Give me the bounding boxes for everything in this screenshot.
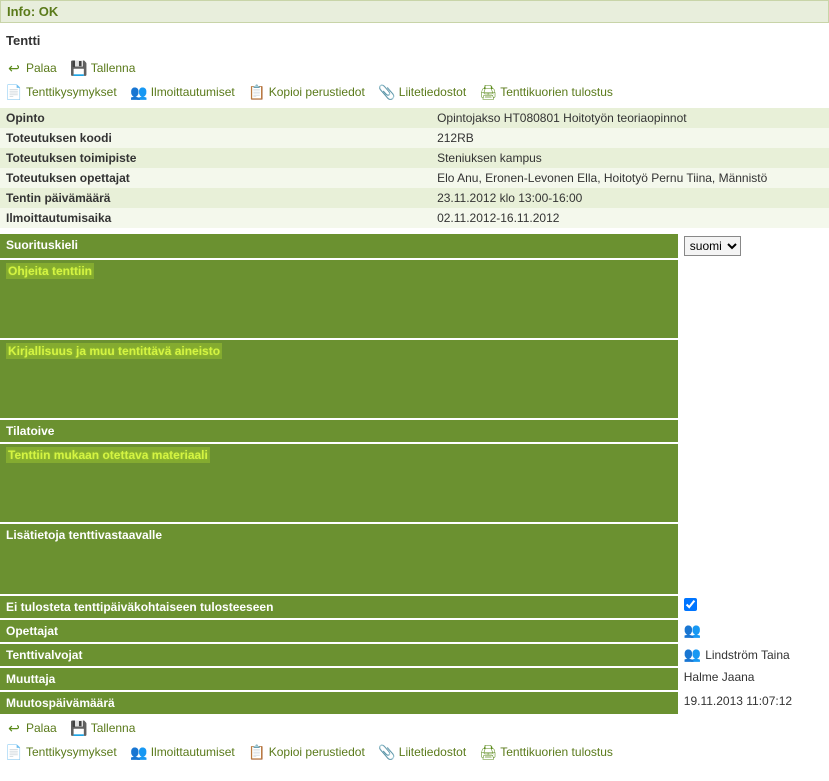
questions-label: Tenttikysymykset	[26, 85, 117, 99]
no-print-checkbox[interactable]	[684, 598, 697, 611]
no-print-label: Ei tulosteta tenttipäiväkohtaiseen tulos…	[0, 596, 680, 618]
language-label: Suorituskieli	[0, 234, 680, 258]
info-table: OpintoOpintojakso HT080801 Hoitotyön teo…	[0, 108, 829, 228]
info-value-cell: Opintojakso HT080801 Hoitotyön teoriaopi…	[431, 108, 829, 128]
info-row: Ilmoittautumisaika02.11.2012-16.11.2012	[0, 208, 829, 228]
print-envelopes-link[interactable]: 🖨 Tenttikuorien tulostus	[480, 84, 613, 100]
instructions-value[interactable]	[680, 260, 829, 338]
extra-info-label: Lisätietoja tenttivastaavalle	[0, 524, 680, 594]
copy-basic-label-bottom: Kopioi perustiedot	[269, 745, 365, 759]
info-value-cell: 23.11.2012 klo 13:00-16:00	[431, 188, 829, 208]
instructions-label: Ohjeita tenttiin	[0, 260, 680, 338]
materials-label: Tenttiin mukaan otettava materiaali	[0, 444, 680, 522]
copy-icon: 📋	[249, 84, 265, 100]
info-label: Info: OK	[7, 4, 58, 19]
save-disk-icon: 💾	[71, 60, 87, 76]
attachments-label: Liitetiedostot	[399, 85, 466, 99]
back-label: Palaa	[26, 61, 57, 75]
info-value-cell: Elo Anu, Eronen-Levonen Ella, Hoitotyö P…	[431, 168, 829, 188]
save-disk-icon: 💾	[71, 720, 87, 736]
save-label: Tallenna	[91, 61, 136, 75]
literature-value[interactable]	[680, 340, 829, 418]
save-link[interactable]: 💾 Tallenna	[71, 60, 136, 76]
action-row-top-1: ↩ Palaa 💾 Tallenna	[0, 56, 829, 80]
materials-value[interactable]	[680, 444, 829, 522]
form-table: Suorituskieli suomi Ohjeita tenttiin Kir…	[0, 232, 829, 716]
document-icon: 📄	[6, 744, 22, 760]
info-row: Toteutuksen opettajatElo Anu, Eronen-Lev…	[0, 168, 829, 188]
back-link-bottom[interactable]: ↩ Palaa	[6, 720, 57, 736]
copy-icon: 📋	[249, 744, 265, 760]
questions-link[interactable]: 📄 Tenttikysymykset	[6, 84, 117, 100]
back-arrow-icon: ↩	[6, 720, 22, 736]
questions-label-bottom: Tenttikysymykset	[26, 745, 117, 759]
registrations-link[interactable]: 👥 Ilmoittautumiset	[131, 84, 235, 100]
room-wish-label: Tilatoive	[0, 420, 680, 442]
back-arrow-icon: ↩	[6, 60, 22, 76]
registrations-label: Ilmoittautumiset	[151, 85, 235, 99]
people-icon[interactable]: 👥	[684, 622, 701, 639]
modified-date-value: 19.11.2013 11:07:12	[684, 694, 792, 708]
registrations-label-bottom: Ilmoittautumiset	[151, 745, 235, 759]
info-row: Toteutuksen toimipisteSteniuksen kampus	[0, 148, 829, 168]
attachments-link-bottom[interactable]: 📎 Liitetiedostot	[379, 744, 466, 760]
copy-basic-link-bottom[interactable]: 📋 Kopioi perustiedot	[249, 744, 365, 760]
page-title: Tentti	[0, 23, 829, 56]
extra-info-value[interactable]	[680, 524, 829, 594]
attachment-icon: 📎	[379, 84, 395, 100]
info-row: Toteutuksen koodi212RB	[0, 128, 829, 148]
modified-date-label: Muutospäivämäärä	[0, 692, 680, 714]
copy-basic-label: Kopioi perustiedot	[269, 85, 365, 99]
people-icon[interactable]: 👥	[684, 646, 701, 663]
attachments-link[interactable]: 📎 Liitetiedostot	[379, 84, 466, 100]
users-icon: 👥	[131, 744, 147, 760]
back-link[interactable]: ↩ Palaa	[6, 60, 57, 76]
teachers-label: Opettajat	[0, 620, 680, 642]
copy-basic-link[interactable]: 📋 Kopioi perustiedot	[249, 84, 365, 100]
print-icon: 🖨	[480, 744, 496, 760]
print-icon: 🖨	[480, 84, 496, 100]
info-bar: Info: OK	[0, 0, 829, 23]
literature-label: Kirjallisuus ja muu tentittävä aineisto	[0, 340, 680, 418]
room-wish-value[interactable]	[680, 420, 829, 442]
print-envelopes-link-bottom[interactable]: 🖨 Tenttikuorien tulostus	[480, 744, 613, 760]
action-row-bottom-1: ↩ Palaa 💾 Tallenna	[0, 716, 829, 740]
info-label-cell: Opinto	[0, 108, 431, 128]
modifier-value: Halme Jaana	[684, 670, 755, 684]
info-label-cell: Ilmoittautumisaika	[0, 208, 431, 228]
language-select[interactable]: suomi	[684, 236, 741, 256]
save-label-bottom: Tallenna	[91, 721, 136, 735]
info-label-cell: Toteutuksen opettajat	[0, 168, 431, 188]
document-icon: 📄	[6, 84, 22, 100]
print-envelopes-label-bottom: Tenttikuorien tulostus	[500, 745, 613, 759]
attachments-label-bottom: Liitetiedostot	[399, 745, 466, 759]
print-envelopes-label: Tenttikuorien tulostus	[500, 85, 613, 99]
registrations-link-bottom[interactable]: 👥 Ilmoittautumiset	[131, 744, 235, 760]
back-label-bottom: Palaa	[26, 721, 57, 735]
info-row: OpintoOpintojakso HT080801 Hoitotyön teo…	[0, 108, 829, 128]
info-value-cell: 02.11.2012-16.11.2012	[431, 208, 829, 228]
info-row: Tentin päivämäärä23.11.2012 klo 13:00-16…	[0, 188, 829, 208]
info-label-cell: Tentin päivämäärä	[0, 188, 431, 208]
supervisors-value: Lindström Taina	[705, 648, 790, 662]
modifier-label: Muuttaja	[0, 668, 680, 690]
action-row-bottom-2: 📄 Tenttikysymykset 👥 Ilmoittautumiset 📋 …	[0, 740, 829, 764]
supervisors-label: Tenttivalvojat	[0, 644, 680, 666]
info-value-cell: Steniuksen kampus	[431, 148, 829, 168]
info-label-cell: Toteutuksen toimipiste	[0, 148, 431, 168]
action-row-top-2: 📄 Tenttikysymykset 👥 Ilmoittautumiset 📋 …	[0, 80, 829, 104]
attachment-icon: 📎	[379, 744, 395, 760]
questions-link-bottom[interactable]: 📄 Tenttikysymykset	[6, 744, 117, 760]
info-label-cell: Toteutuksen koodi	[0, 128, 431, 148]
save-link-bottom[interactable]: 💾 Tallenna	[71, 720, 136, 736]
users-icon: 👥	[131, 84, 147, 100]
info-value-cell: 212RB	[431, 128, 829, 148]
